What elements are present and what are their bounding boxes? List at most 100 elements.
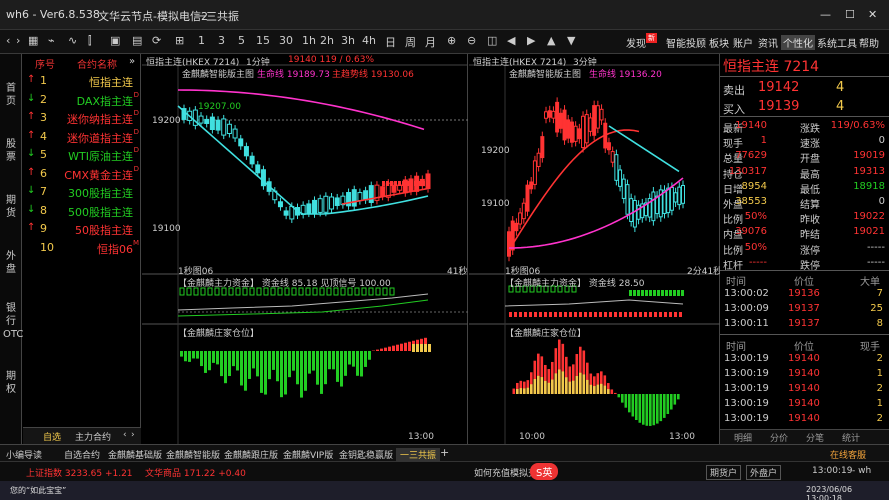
signal-mark bbox=[669, 290, 672, 296]
maximize-icon[interactable]: ☐ bbox=[845, 8, 855, 21]
histogram-bar bbox=[673, 394, 677, 405]
ws-tab-1[interactable]: 自选合约 bbox=[64, 448, 100, 461]
tab-ticks[interactable]: 分笔 bbox=[806, 431, 824, 444]
forward-icon[interactable]: › bbox=[16, 34, 20, 47]
period-4h[interactable]: 4h bbox=[362, 34, 376, 47]
menu-system-tools[interactable]: 系统工具 bbox=[817, 35, 857, 50]
period-week[interactable]: 周 bbox=[405, 34, 416, 50]
online-service[interactable]: 在线客服 bbox=[830, 448, 866, 461]
ws-tab-3[interactable]: 金麒麟智能版 bbox=[166, 448, 220, 461]
tab-main-contracts[interactable]: 主力合约 bbox=[75, 430, 111, 443]
menu-news[interactable]: 资讯 bbox=[758, 35, 778, 50]
quote-value: 50% bbox=[744, 211, 767, 223]
arrow-left-icon[interactable]: ◀ bbox=[507, 34, 515, 47]
sidebar-item-options[interactable]: 期权 bbox=[3, 370, 19, 396]
tab-price-distribution[interactable]: 分价 bbox=[770, 431, 788, 444]
ws-tab-7[interactable]: 一三共振 bbox=[396, 448, 441, 461]
futures-account-button[interactable]: 期货户 bbox=[706, 465, 742, 480]
add-tab-icon[interactable]: + bbox=[440, 446, 449, 459]
scroll-right-icon[interactable]: › bbox=[131, 430, 135, 440]
bar-chart-icon[interactable]: ⫿ bbox=[88, 34, 92, 48]
sidebar-item-home[interactable]: 首页 bbox=[3, 82, 19, 108]
chart-tool-icon[interactable]: ⊞ bbox=[175, 34, 184, 47]
workspace-tabs: 小编导读 自选合约 金麒麟基础版 金麒麟智能版 金麒麟跟庄版 金麒麟VIP版 金… bbox=[0, 444, 889, 461]
period-month[interactable]: 月 bbox=[425, 34, 436, 50]
histogram-bar bbox=[638, 394, 642, 423]
right-chart-svg[interactable] bbox=[469, 54, 720, 444]
menu-sector[interactable]: 板块 bbox=[709, 35, 729, 50]
arrow-up-icon[interactable]: ▲ bbox=[547, 34, 555, 47]
overseas-account-button[interactable]: 外盘户 bbox=[746, 465, 782, 480]
arrow-right-icon[interactable]: ▶ bbox=[527, 34, 535, 47]
candle bbox=[666, 187, 671, 214]
up-arrow-icon: ↑ bbox=[27, 74, 36, 85]
quote-value-2: 19019 bbox=[853, 150, 885, 162]
list-item[interactable]: ↑ 3 迷你纳指主连 D bbox=[23, 109, 141, 128]
left-chart-svg[interactable] bbox=[142, 54, 468, 444]
candle bbox=[525, 184, 530, 212]
refresh-icon[interactable]: ⟳ bbox=[152, 34, 161, 47]
menu-personalize[interactable]: 个性化 bbox=[781, 35, 815, 50]
menu-advisor[interactable]: 智能投顾 bbox=[666, 35, 706, 50]
sidebar-item-futures[interactable]: 期货 bbox=[3, 194, 19, 220]
layout-icon[interactable]: ▤ bbox=[132, 34, 142, 47]
candle bbox=[618, 169, 623, 187]
sidebar-item-stocks[interactable]: 股票 bbox=[3, 138, 19, 164]
tool-icon-b[interactable]: ⊖ bbox=[467, 34, 476, 47]
signal-mark bbox=[661, 290, 664, 296]
list-item[interactable]: ↓ 5 WTI原油主连 D bbox=[23, 146, 141, 165]
menu-discover[interactable]: 发现 bbox=[626, 35, 646, 50]
sidebar-item-overseas[interactable]: 外盘 bbox=[3, 250, 19, 276]
list-item[interactable]: ↑ 4 迷你道指主连 D bbox=[23, 128, 141, 147]
histogram-bar bbox=[400, 343, 403, 351]
list-item[interactable]: ↑ 6 CMX黄金主连 D bbox=[23, 165, 141, 184]
period-3m[interactable]: 3 bbox=[218, 34, 225, 47]
period-2h[interactable]: 2h bbox=[320, 34, 334, 47]
tab-watchlist[interactable]: 自选 bbox=[43, 430, 61, 443]
left-chart-panel[interactable]: 恒指主连(HKEX 7214) 1分钟 19140 119 / 0.63% 金麒… bbox=[142, 54, 468, 444]
ws-tab-0[interactable]: 小编导读 bbox=[6, 448, 42, 461]
taskbar-app[interactable]: 您的“如此宝宝” bbox=[10, 485, 66, 496]
back-icon[interactable]: ‹ bbox=[6, 34, 10, 47]
arrow-down-icon[interactable]: ▼ bbox=[567, 34, 575, 47]
collapse-icon[interactable]: » bbox=[129, 56, 135, 67]
tab-detail[interactable]: 明细 bbox=[734, 431, 752, 444]
menu-account[interactable]: 账户 bbox=[733, 35, 753, 50]
ws-tab-4[interactable]: 金麒麟跟庄版 bbox=[224, 448, 278, 461]
period-3h[interactable]: 3h bbox=[341, 34, 355, 47]
ws-tab-6[interactable]: 金钥匙稳赢版 bbox=[339, 448, 393, 461]
input-method-badge[interactable]: S英 bbox=[530, 463, 559, 480]
menu-help[interactable]: 帮助 bbox=[859, 35, 879, 50]
tool-icon-a[interactable]: ⊕ bbox=[447, 34, 456, 47]
signal-mark bbox=[664, 312, 667, 317]
ws-tab-2[interactable]: 金麒麟基础版 bbox=[108, 448, 162, 461]
list-item[interactable]: ↑ 1 恒指主连 bbox=[23, 72, 141, 91]
tab-statistics[interactable]: 统计 bbox=[842, 431, 860, 444]
signal-mark bbox=[221, 287, 227, 296]
line-chart-icon[interactable]: ⌁ bbox=[48, 34, 55, 47]
period-1m[interactable]: 1 bbox=[198, 34, 205, 47]
period-day[interactable]: 日 bbox=[385, 34, 396, 50]
right-chart-title: 金麒麟智能版主图 bbox=[509, 70, 582, 80]
candle bbox=[312, 199, 318, 215]
list-item[interactable]: 10 恒指06 M bbox=[23, 239, 141, 258]
period-5m[interactable]: 5 bbox=[238, 34, 245, 47]
period-1h[interactable]: 1h bbox=[302, 34, 316, 47]
period-30m[interactable]: 30 bbox=[279, 34, 293, 47]
list-item[interactable]: ↓ 2 DAX指主连 D bbox=[23, 91, 141, 110]
period-15m[interactable]: 15 bbox=[256, 34, 270, 47]
list-item[interactable]: ↓ 7 300股指主连 bbox=[23, 183, 141, 202]
list-item[interactable]: ↓ 8 500股指主连 bbox=[23, 202, 141, 221]
right-chart-panel[interactable]: 恒指主连(HKEX 7214) 3分钟 金麒麟智能版主图 生命线 19136.2… bbox=[469, 54, 722, 444]
sidebar-item-bank-otc[interactable]: 银行OTC bbox=[3, 302, 23, 341]
list-item[interactable]: ↑ 9 50股指主连 bbox=[23, 220, 141, 239]
new-badge: 新 bbox=[646, 33, 657, 43]
grid-icon[interactable]: ▦ bbox=[28, 34, 38, 47]
scroll-left-icon[interactable]: ‹ bbox=[123, 430, 127, 440]
minimize-icon[interactable]: — bbox=[820, 8, 831, 21]
ws-tab-5[interactable]: 金麒麟VIP版 bbox=[283, 448, 333, 461]
trend-icon[interactable]: ∿ bbox=[68, 34, 77, 47]
close-icon[interactable]: ✕ bbox=[868, 8, 877, 21]
save-icon[interactable]: ▣ bbox=[110, 34, 120, 47]
tool-icon-c[interactable]: ◫ bbox=[487, 34, 497, 47]
